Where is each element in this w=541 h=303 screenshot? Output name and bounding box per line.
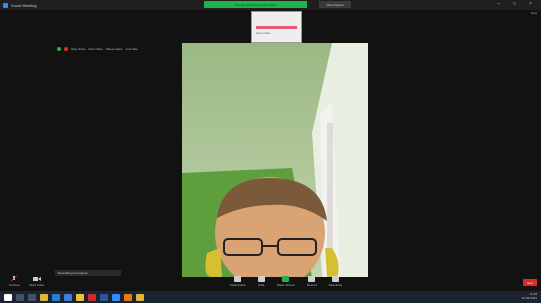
share-screen-button[interactable]: Share Screen <box>277 276 295 287</box>
start-video-button[interactable]: Start Video <box>29 276 45 287</box>
stop-share-label[interactable]: Stop share <box>71 47 86 51</box>
meeting-toolbar: Participants Chat Share Screen Record Re… <box>230 276 342 287</box>
share-banner-text: You are viewing a screen share <box>234 2 277 7</box>
unmute-label: Unmute <box>9 283 20 287</box>
chrome-icon[interactable] <box>76 293 84 301</box>
view-label: View <box>530 11 537 15</box>
stop-share-icon[interactable] <box>64 47 68 51</box>
windows-taskbar <box>0 291 541 303</box>
task-view-icon[interactable] <box>28 293 36 301</box>
minimize-icon[interactable]: – <box>497 1 500 7</box>
close-icon[interactable]: × <box>529 1 532 7</box>
audio-video-controls: Unmute Start Video <box>9 276 44 287</box>
search-icon[interactable] <box>16 293 24 301</box>
acrobat-icon[interactable] <box>88 293 96 301</box>
share-screen-icon <box>282 276 290 282</box>
thumbnail-banner <box>256 26 297 29</box>
share-toolbar: Stop share New share Pause share Annotat… <box>57 45 138 53</box>
video-camera-icon <box>32 277 41 281</box>
participants-label: Participants <box>230 283 246 287</box>
maximize-icon[interactable]: □ <box>513 1 516 7</box>
reactions-icon <box>331 276 339 282</box>
share-banner[interactable]: You are viewing a screen share <box>204 1 307 8</box>
chat-label: Chat <box>258 283 265 287</box>
zoom-logo-icon <box>3 2 8 8</box>
view-button[interactable]: View <box>531 11 537 15</box>
zoom-icon[interactable] <box>112 293 120 301</box>
annotate-label[interactable]: Annotate <box>126 47 138 51</box>
word-icon[interactable] <box>100 293 108 301</box>
files-icon[interactable] <box>136 293 144 301</box>
clock-date: 12-09-2021 <box>521 296 537 300</box>
microphone-muted-icon <box>10 276 18 282</box>
explorer-icon[interactable] <box>40 293 48 301</box>
participant-video <box>182 43 368 277</box>
end-meeting-button[interactable]: End <box>523 279 537 286</box>
reactions-button[interactable]: Reactions <box>329 276 342 287</box>
toast-text: Recording in progress <box>58 271 88 275</box>
pause-share-label[interactable]: Pause share <box>106 47 123 51</box>
record-label: Record <box>307 283 317 287</box>
new-share-label[interactable]: New share <box>89 47 103 51</box>
share-screen-label: Share Screen <box>276 283 296 287</box>
shared-screen-thumbnail[interactable]: screen share <box>251 11 302 43</box>
start-video-label: Start Video <box>29 283 45 287</box>
view-options-label: View Options <box>326 2 344 7</box>
chat-button[interactable]: Chat <box>257 276 265 287</box>
system-tray[interactable]: 11:25 12-09-2021 <box>522 292 537 300</box>
mail-icon[interactable] <box>64 293 72 301</box>
record-button[interactable]: Record <box>307 276 317 287</box>
window-title: Zoom Meeting <box>11 2 37 8</box>
participants-button[interactable]: Participants <box>230 276 246 287</box>
recording-toast: Recording in progress <box>55 270 121 276</box>
unmute-button[interactable]: Unmute <box>9 276 20 287</box>
thumbnail-text: screen share <box>256 32 271 35</box>
share-status-icon <box>57 47 61 51</box>
chat-icon <box>257 276 265 282</box>
record-icon <box>308 276 316 282</box>
edge-icon[interactable] <box>52 293 60 301</box>
video-frame <box>182 43 368 277</box>
view-options-button[interactable]: View Options <box>319 1 351 8</box>
start-icon[interactable] <box>4 293 12 301</box>
reactions-label: Reactions <box>328 283 343 287</box>
participants-icon <box>234 276 242 282</box>
vlc-icon[interactable] <box>124 293 132 301</box>
end-label: End <box>527 280 533 285</box>
